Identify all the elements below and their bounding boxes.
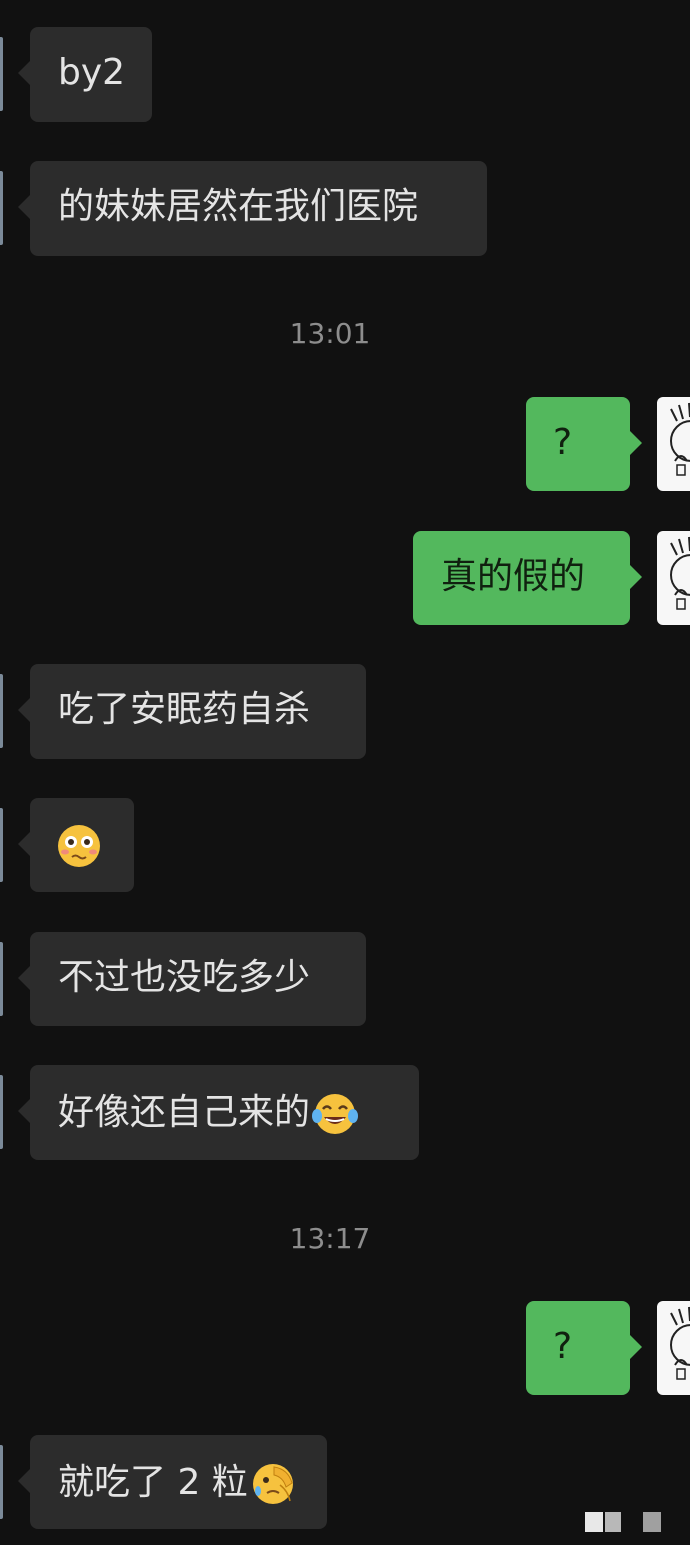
message-text: 的妹妹居然在我们医院 (58, 186, 419, 227)
my-avatar[interactable] (657, 1301, 690, 1395)
sender-avatar-edge[interactable] (0, 171, 3, 245)
message-text: 吃了安眠药自杀 (58, 689, 311, 730)
message-text: 就吃了 2 粒 (58, 1462, 248, 1503)
my-avatar[interactable] (657, 531, 690, 625)
bubble-tail (630, 431, 642, 455)
sender-avatar-edge[interactable] (0, 942, 3, 1016)
sketch-avatar-icon (670, 402, 690, 476)
incoming-message-bubble[interactable]: by2 (18, 27, 152, 122)
watermark (585, 1512, 665, 1532)
bubble-tail (18, 698, 30, 722)
incoming-message-bubble[interactable]: 好像还自己来的 (18, 1065, 419, 1160)
outgoing-message-bubble[interactable]: 真的假的 (413, 531, 642, 625)
bubble-tail (18, 966, 30, 990)
flushed-face-icon (58, 825, 100, 867)
timestamp: 13:01 (289, 317, 371, 350)
message-text: 不过也没吃多少 (58, 957, 311, 998)
sketch-avatar-icon (670, 1306, 690, 1380)
bubble-tail (18, 1469, 30, 1493)
bubble-tail (18, 1099, 30, 1123)
sender-avatar-edge[interactable] (0, 674, 3, 748)
bubble-tail (18, 195, 30, 219)
message-text: ? (553, 1326, 573, 1367)
sender-avatar-edge[interactable] (0, 808, 3, 882)
message-text: 真的假的 (441, 556, 586, 597)
message-text: 好像还自己来的 (58, 1092, 311, 1133)
incoming-message-bubble[interactable]: 的妹妹居然在我们医院 (18, 161, 487, 256)
bubble-tail (630, 565, 642, 589)
face-palm-icon (252, 1464, 293, 1504)
incoming-message-bubble[interactable]: 就吃了 2 粒 (18, 1435, 327, 1529)
timestamp: 13:17 (289, 1222, 371, 1255)
chat-thread[interactable]: by2 的妹妹居然在我们医院 13:01 ? 真的假的 吃了安眠药自杀 不过也没… (0, 0, 690, 1545)
sketch-avatar-icon (670, 536, 690, 610)
incoming-message-bubble[interactable]: 不过也没吃多少 (18, 932, 366, 1026)
bubble-tail (18, 61, 30, 85)
incoming-message-bubble[interactable] (18, 798, 134, 892)
outgoing-message-bubble[interactable]: ? (526, 1301, 642, 1395)
message-content: 就吃了 2 粒 (58, 1461, 296, 1507)
bubble-tail (18, 832, 30, 856)
my-avatar[interactable] (657, 397, 690, 491)
message-text: ? (553, 422, 573, 463)
sender-avatar-edge[interactable] (0, 37, 3, 111)
sender-avatar-edge[interactable] (0, 1075, 3, 1149)
message-content: 好像还自己来的 (58, 1091, 359, 1137)
outgoing-message-bubble[interactable]: ? (526, 397, 642, 491)
incoming-message-bubble[interactable]: 吃了安眠药自杀 (18, 664, 366, 759)
sender-avatar-edge[interactable] (0, 1445, 3, 1519)
bubble-tail (630, 1335, 642, 1359)
message-text: by2 (58, 52, 126, 93)
tears-of-joy-icon (312, 1094, 359, 1134)
